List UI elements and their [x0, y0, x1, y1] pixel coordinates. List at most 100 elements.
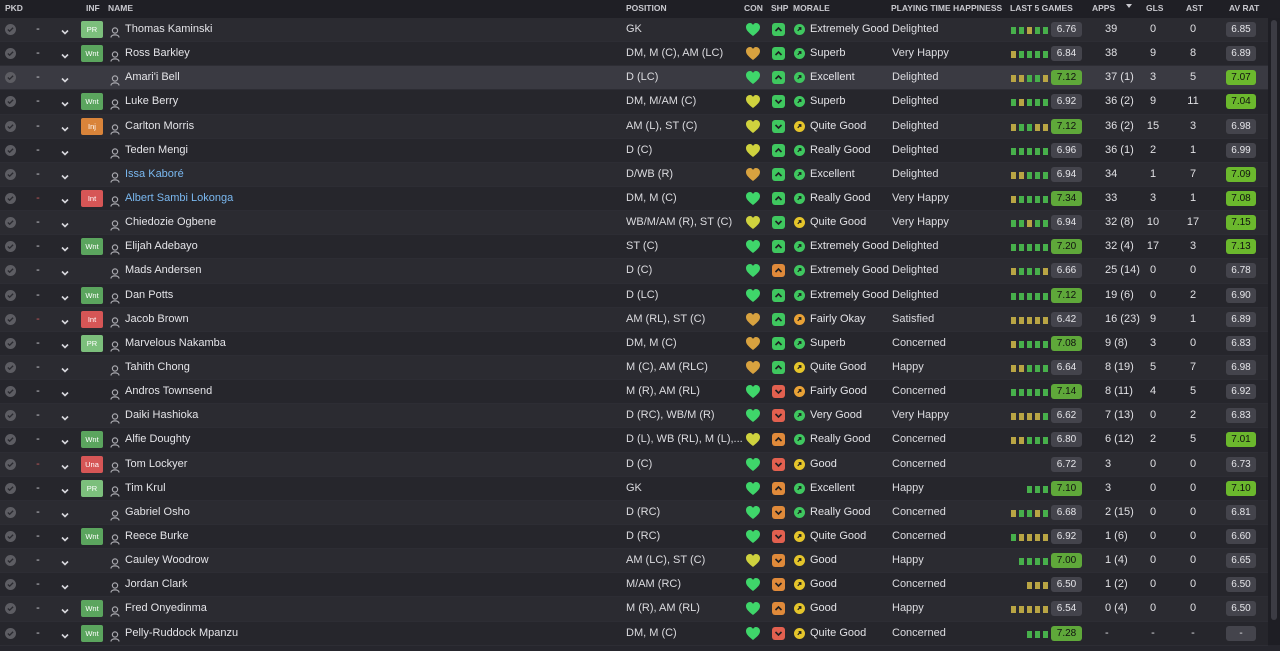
picked-check-icon[interactable] — [5, 555, 16, 567]
chevron-down-icon[interactable] — [59, 217, 71, 229]
player-name[interactable]: Pelly-Ruddock Mpanzu — [125, 622, 238, 645]
table-row[interactable]: - Wnt Alfie Doughty D (L), WB (RL), M (L),.… — [0, 428, 1268, 453]
picked-check-icon[interactable] — [5, 265, 16, 277]
info-badge[interactable]: Wnt — [81, 45, 103, 63]
info-badge[interactable]: Wnt — [81, 624, 103, 642]
info-badge[interactable]: Int — [81, 189, 103, 207]
table-row[interactable]: - Wnt Dan Potts D (LC) Extremely Good Delight… — [0, 283, 1268, 308]
info-badge[interactable]: Wnt — [81, 527, 103, 545]
player-name[interactable]: Teden Mengi — [125, 139, 188, 162]
info-badge[interactable]: Una — [81, 455, 103, 473]
player-name[interactable]: Cauley Woodrow — [125, 549, 209, 572]
header-ast[interactable]: AST — [1186, 3, 1203, 13]
picked-check-icon[interactable] — [5, 313, 16, 325]
player-name[interactable]: Jordan Clark — [125, 573, 187, 596]
chevron-down-icon[interactable] — [59, 121, 71, 133]
table-row[interactable]: - PR Thomas Kaminski GK Extremely Good Deligh… — [0, 18, 1268, 43]
picked-check-icon[interactable] — [5, 168, 16, 180]
info-badge[interactable]: PR — [81, 21, 103, 38]
player-name[interactable]: Jacob Brown — [125, 308, 189, 331]
player-name[interactable]: Chiedozie Ogbene — [125, 211, 216, 234]
table-row[interactable]: - Int Albert Sambi Lokonga DM, M (C) Really … — [0, 186, 1268, 212]
table-row[interactable]: - Wnt Fred Onyedinma M (R), AM (RL) Good Happ… — [0, 597, 1268, 622]
table-row[interactable]: - Wnt Pelly-Ruddock Mpanzu DM, M (C) Quite G… — [0, 621, 1268, 646]
chevron-down-icon[interactable] — [59, 265, 71, 277]
chevron-down-icon[interactable] — [59, 338, 71, 350]
player-name[interactable]: Alfie Doughty — [125, 428, 190, 451]
table-row[interactable]: - Amari'i Bell D (LC) Excellent Delighted 7.1… — [0, 66, 1268, 91]
info-badge[interactable]: Wnt — [81, 600, 103, 618]
table-row[interactable]: - Wnt Reece Burke D (RC) Quite Good Concerned… — [0, 524, 1268, 550]
picked-check-icon[interactable] — [5, 241, 16, 253]
table-row[interactable]: - Cauley Woodrow AM (LC), ST (C) Good Happy 7… — [0, 549, 1268, 574]
chevron-down-icon[interactable] — [59, 72, 71, 84]
table-row[interactable]: - Wnt Elijah Adebayo ST (C) Extremely Good De… — [0, 235, 1268, 260]
vertical-scrollbar[interactable] — [1268, 18, 1280, 645]
info-badge[interactable]: Wnt — [81, 431, 103, 449]
header-av-rat[interactable]: AV RAT — [1229, 3, 1259, 13]
scrollbar-thumb[interactable] — [1271, 20, 1277, 620]
info-badge[interactable]: Int — [81, 310, 103, 328]
header-pkd[interactable]: PKD — [5, 3, 23, 13]
player-name[interactable]: Fred Onyedinma — [125, 597, 207, 620]
player-name[interactable]: Gabriel Osho — [125, 501, 190, 524]
header-morale[interactable]: MORALE — [793, 3, 830, 13]
picked-check-icon[interactable] — [5, 24, 16, 35]
chevron-down-icon[interactable] — [59, 579, 71, 591]
chevron-down-icon[interactable] — [59, 459, 71, 471]
chevron-down-icon[interactable] — [59, 145, 71, 157]
header-gls[interactable]: GLS — [1146, 3, 1163, 13]
player-name[interactable]: Mads Andersen — [125, 259, 201, 282]
header-apps[interactable]: APPS — [1092, 3, 1115, 13]
player-name[interactable]: Tom Lockyer — [125, 453, 187, 476]
picked-check-icon[interactable] — [5, 72, 16, 84]
table-row[interactable]: - Wnt Luke Berry DM, M/AM (C) Superb Delighte… — [0, 90, 1268, 115]
chevron-down-icon[interactable] — [59, 555, 71, 567]
picked-check-icon[interactable] — [5, 217, 16, 229]
info-badge[interactable]: PR — [81, 334, 103, 352]
player-name[interactable]: Amari'i Bell — [125, 66, 180, 89]
table-row[interactable]: - Una Tom Lockyer D (C) Good Concerned 6.72 3 0 0… — [0, 452, 1268, 477]
player-name[interactable]: Tim Krul — [125, 477, 166, 500]
player-name[interactable]: Dan Potts — [125, 284, 173, 307]
table-row[interactable]: - Jordan Clark M/AM (RC) Good Concerned 6.50 1… — [0, 573, 1268, 598]
picked-check-icon[interactable] — [5, 603, 16, 615]
table-row[interactable]: - Teden Mengi D (C) Really Good Delighted 6.9… — [0, 138, 1268, 163]
table-row[interactable]: - Int Jacob Brown AM (RL), ST (C) Fairly Oka… — [0, 307, 1268, 332]
header-inf[interactable]: INF — [86, 3, 100, 13]
table-row[interactable]: - Mads Andersen D (C) Extremely Good Delight… — [0, 259, 1268, 284]
table-row[interactable]: - Wnt Ross Barkley DM, M (C), AM (LC) Superb… — [0, 42, 1268, 67]
chevron-down-icon[interactable] — [59, 386, 71, 398]
player-name[interactable]: Thomas Kaminski — [125, 18, 212, 41]
chevron-down-icon[interactable] — [59, 314, 71, 326]
chevron-down-icon[interactable] — [59, 48, 71, 60]
chevron-down-icon[interactable] — [59, 193, 71, 205]
player-name[interactable]: Albert Sambi Lokonga — [125, 187, 233, 210]
info-badge[interactable]: Wnt — [81, 238, 103, 256]
player-name[interactable]: Luke Berry — [125, 90, 178, 113]
chevron-down-icon[interactable] — [59, 628, 71, 640]
chevron-down-icon[interactable] — [59, 169, 71, 181]
table-row[interactable]: - Gabriel Osho D (RC) Really Good Concerned 6… — [0, 500, 1268, 525]
sort-down-icon[interactable] — [1125, 2, 1133, 12]
table-row[interactable]: - Chiedozie Ogbene WB/M/AM (R), ST (C) Quit… — [0, 211, 1268, 236]
info-badge[interactable]: PR — [81, 479, 103, 497]
picked-check-icon[interactable] — [5, 192, 16, 204]
info-badge[interactable]: Wnt — [81, 93, 103, 111]
player-name[interactable]: Tahith Chong — [125, 356, 190, 379]
header-con[interactable]: CON — [744, 3, 763, 13]
table-row[interactable]: - Tahith Chong M (C), AM (RLC) Quite Good Ha… — [0, 355, 1268, 381]
picked-check-icon[interactable] — [5, 289, 16, 301]
picked-check-icon[interactable] — [5, 627, 16, 639]
chevron-down-icon[interactable] — [59, 410, 71, 422]
picked-check-icon[interactable] — [5, 482, 16, 494]
info-badge[interactable]: Wnt — [81, 286, 103, 304]
picked-check-icon[interactable] — [5, 458, 16, 470]
table-row[interactable]: - PR Tim Krul GK Excellent Happy 7.10 3 0 0 7.10 — [0, 476, 1268, 501]
picked-check-icon[interactable] — [5, 48, 16, 60]
picked-check-icon[interactable] — [5, 96, 16, 108]
chevron-down-icon[interactable] — [59, 603, 71, 615]
table-row[interactable]: - PR Marvelous Nakamba DM, M (C) Superb Conce… — [0, 331, 1268, 356]
picked-check-icon[interactable] — [5, 410, 16, 422]
picked-check-icon[interactable] — [5, 579, 16, 591]
